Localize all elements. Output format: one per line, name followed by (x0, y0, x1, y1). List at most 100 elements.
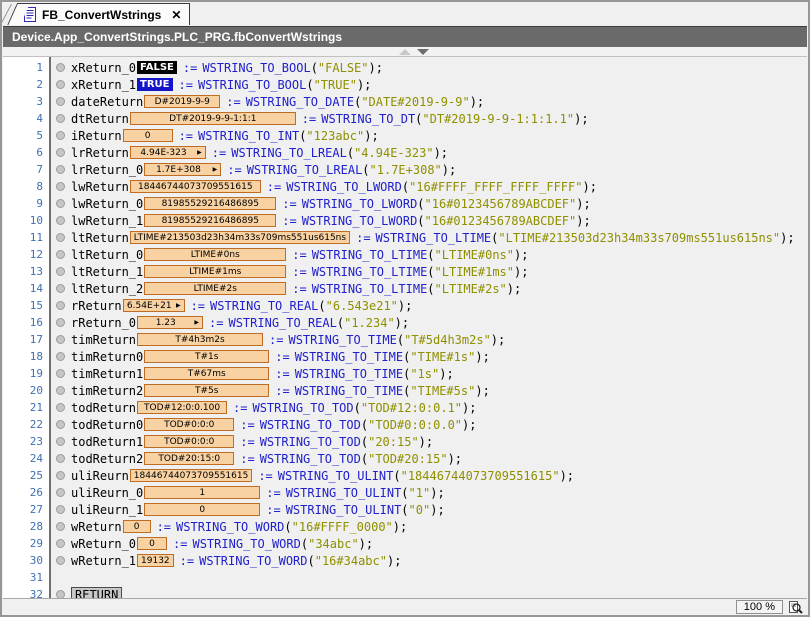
conversion-function: WSTRING_TO_TIME (295, 367, 403, 381)
expand-value-icon[interactable]: ▶ (194, 320, 199, 326)
expand-value-icon[interactable]: ▶ (197, 150, 202, 156)
conversion-function: WSTRING_TO_LTIME (376, 231, 492, 245)
breakpoint-column (49, 590, 71, 598)
monitored-value: TOD#20:15:0 (148, 454, 230, 464)
breakpoint-bullet[interactable] (56, 182, 65, 191)
breakpoint-bullet[interactable] (56, 250, 65, 259)
monitored-value-box[interactable]: 1.23▶ (137, 316, 203, 329)
breakpoint-column (49, 437, 71, 446)
close-paren-semicolon: ); (514, 248, 528, 262)
monitored-value-box[interactable]: D#2019-9-9 (144, 95, 220, 108)
assign-operator: := (212, 146, 226, 160)
monitored-value-box[interactable]: T#1s (144, 350, 269, 363)
breakpoint-bullet[interactable] (56, 97, 65, 106)
monitored-value-box[interactable]: T#5s (144, 384, 269, 397)
breakpoint-bullet[interactable] (56, 471, 65, 480)
string-literal: "18446744073709551615" (401, 469, 560, 483)
monitored-value-box[interactable]: LTIME#1ms (144, 265, 286, 278)
monitored-value-box[interactable]: LTIME#2s (144, 282, 286, 295)
monitored-value-box[interactable]: 0 (123, 520, 151, 533)
monitored-value-box[interactable]: DT#2019-9-9-1:1:1 (130, 112, 296, 125)
code-text: iReturn0:=WSTRING_TO_INT("123abc"); (71, 129, 379, 143)
breakpoint-bullet[interactable] (56, 318, 65, 327)
monitored-value-box[interactable]: 19132 (137, 554, 174, 567)
monitored-value-box[interactable]: 18446744073709551615 (130, 180, 261, 193)
breakpoint-bullet[interactable] (56, 148, 65, 157)
tab-fb-convertwstrings[interactable]: FB_ConvertWstrings ✕ (17, 3, 190, 25)
monitored-value-box[interactable]: 0 (144, 503, 260, 516)
monitored-value-box[interactable]: 1 (144, 486, 260, 499)
monitored-value-box[interactable]: 81985529216486895 (144, 214, 276, 227)
breakpoint-bullet[interactable] (56, 114, 65, 123)
breakpoint-bullet[interactable] (56, 233, 65, 242)
magnifier-page-icon[interactable] (787, 600, 803, 615)
monitored-value-box[interactable]: LTIME#213503d23h34m33s709ms551us615ns (130, 231, 350, 244)
breakpoint-bullet[interactable] (56, 556, 65, 565)
open-paren: ( (415, 112, 422, 126)
breakpoint-bullet[interactable] (56, 335, 65, 344)
breakpoint-bullet[interactable] (56, 216, 65, 225)
monitored-value: T#4h3m2s (141, 335, 259, 345)
code-text: wReturn_00:=WSTRING_TO_WORD("34abc"); (71, 537, 373, 551)
breakpoint-bullet[interactable] (56, 284, 65, 293)
monitored-value-box[interactable]: 6.54E+21▶ (123, 299, 185, 312)
monitored-value-box[interactable]: TOD#0:0:0 (144, 435, 234, 448)
breakpoint-bullet[interactable] (56, 80, 65, 89)
monitored-value-box[interactable]: T#67ms (144, 367, 269, 380)
monitored-value: T#5s (148, 386, 265, 396)
monitored-value-box[interactable]: LTIME#0ns (144, 248, 286, 261)
monitored-value-box[interactable]: FALSE (137, 61, 177, 74)
breakpoint-bullet[interactable] (56, 403, 65, 412)
breakpoint-bullet[interactable] (56, 590, 65, 598)
open-paren: ( (427, 248, 434, 262)
line-number: 3 (3, 95, 49, 108)
breakpoint-bullet[interactable] (56, 522, 65, 531)
breakpoint-column (49, 114, 71, 123)
split-expand-icon[interactable] (417, 49, 429, 55)
breakpoint-bullet[interactable] (56, 131, 65, 140)
code-line: 26uliReurn_01:=WSTRING_TO_ULINT("1"); (3, 484, 807, 501)
variable-name: xReturn_1 (71, 78, 136, 92)
open-paren: ( (311, 61, 318, 75)
monitored-value-box[interactable]: 18446744073709551615 (130, 469, 253, 482)
breakpoint-bullet[interactable] (56, 352, 65, 361)
close-icon[interactable]: ✕ (171, 8, 181, 22)
zoom-level-button[interactable]: 100 % (736, 600, 783, 614)
monitored-value-box[interactable]: 0 (137, 537, 167, 550)
breakpoint-bullet[interactable] (56, 539, 65, 548)
monitored-value-box[interactable]: TOD#20:15:0 (144, 452, 234, 465)
breakpoint-bullet[interactable] (56, 505, 65, 514)
monitored-value-box[interactable]: TOD#12:0:0.100 (137, 401, 227, 414)
monitored-value-box[interactable]: 81985529216486895 (144, 197, 276, 210)
breakpoint-column (49, 148, 71, 157)
breakpoint-bullet[interactable] (56, 488, 65, 497)
monitored-value-box[interactable]: 1.7E+308▶ (144, 163, 221, 176)
code-editor[interactable]: 1xReturn_0FALSE:=WSTRING_TO_BOOL("FALSE"… (3, 57, 807, 598)
assign-operator: := (227, 163, 241, 177)
code-text: wReturn0:=WSTRING_TO_WORD("16#FFFF_0000"… (71, 520, 407, 534)
expand-value-icon[interactable]: ▶ (176, 303, 181, 309)
split-collapse-icon[interactable] (399, 49, 411, 55)
breakpoint-column (49, 250, 71, 259)
breakpoint-bullet[interactable] (56, 437, 65, 446)
expand-value-icon[interactable]: ▶ (213, 167, 218, 173)
breakpoint-bullet[interactable] (56, 369, 65, 378)
line-number: 13 (3, 265, 49, 278)
breakpoint-column (49, 318, 71, 327)
monitored-value-box[interactable]: 0 (123, 129, 173, 142)
assign-operator: := (292, 248, 306, 262)
monitored-value-box[interactable]: TOD#0:0:0 (144, 418, 234, 431)
breakpoint-bullet[interactable] (56, 267, 65, 276)
breakpoint-column (49, 199, 71, 208)
breakpoint-bullet[interactable] (56, 386, 65, 395)
breakpoint-bullet[interactable] (56, 199, 65, 208)
breakpoint-bullet[interactable] (56, 454, 65, 463)
monitored-value-box[interactable]: 4.94E-323▶ (130, 146, 206, 159)
monitored-value-box[interactable]: TRUE (137, 78, 172, 91)
breakpoint-bullet[interactable] (56, 165, 65, 174)
breakpoint-bullet[interactable] (56, 420, 65, 429)
breakpoint-bullet[interactable] (56, 301, 65, 310)
monitored-value-box[interactable]: T#4h3m2s (137, 333, 263, 346)
breakpoint-column (49, 386, 71, 395)
breakpoint-bullet[interactable] (56, 63, 65, 72)
